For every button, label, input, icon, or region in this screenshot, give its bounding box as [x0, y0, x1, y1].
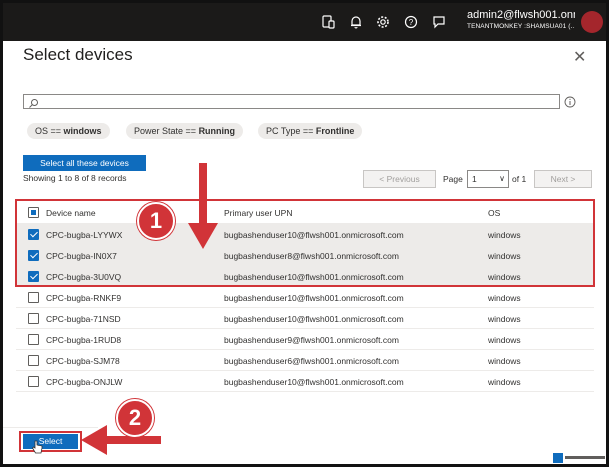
device-name: CPC-bugba-ONJLW [46, 377, 123, 387]
device-name: CPC-bugba-71NSD [46, 314, 121, 324]
search-input[interactable] [23, 94, 560, 109]
row-checkbox[interactable] [28, 355, 39, 366]
record-count: Showing 1 to 8 of 8 records [23, 173, 127, 183]
os-value: windows [488, 314, 521, 324]
bell-icon[interactable] [349, 15, 363, 29]
device-name: CPC-bugba-RNKF9 [46, 293, 122, 303]
filter-key: OS == [35, 126, 62, 136]
primary-user-upn: bugbashenduser6@flwsh001.onmicrosoft.com [224, 356, 399, 366]
page-count: of 1 [512, 174, 527, 184]
search-icon [28, 96, 39, 108]
page-select[interactable]: 1 ∨ [467, 170, 509, 188]
device-name: CPC-bugba-1RUD8 [46, 335, 122, 345]
row-checkbox[interactable] [28, 376, 39, 387]
selected-rows-highlight [15, 199, 595, 287]
primary-user-upn: bugbashenduser10@flwsh001.onmicrosoft.co… [224, 314, 404, 324]
previous-button[interactable]: < Previous [363, 170, 436, 188]
step-badge-2: 2 [116, 399, 154, 437]
hand-cursor-icon [31, 440, 43, 454]
help-icon[interactable]: ? [404, 15, 418, 29]
gear-icon[interactable] [376, 15, 390, 29]
row-checkbox[interactable] [28, 292, 39, 303]
next-button[interactable]: Next > [534, 170, 592, 188]
select-all-button[interactable]: Select all these devices [23, 155, 146, 171]
devices-icon[interactable] [321, 15, 335, 29]
primary-user-upn: bugbashenduser10@flwsh001.onmicrosoft.co… [224, 293, 404, 303]
arrow-down-annotation [188, 163, 218, 249]
filter-value: Running [198, 126, 236, 136]
filter-pill-power-state[interactable]: Power State == Running [126, 123, 244, 139]
page-label: Page [443, 174, 463, 184]
primary-user-upn: bugbashenduser9@flwsh001.onmicrosoft.com [224, 335, 399, 345]
row-checkbox[interactable] [28, 313, 39, 324]
filter-value: windows [63, 126, 102, 136]
os-value: windows [488, 335, 521, 345]
table-row[interactable]: CPC-bugba-71NSD bugbashenduser10@flwsh001… [16, 308, 594, 329]
table-row[interactable]: CPC-bugba-RNKF9 bugbashenduser10@flwsh001… [16, 287, 594, 308]
os-value: windows [488, 377, 521, 387]
table-row[interactable]: CPC-bugba-1RUD8 bugbashenduser9@flwsh001.… [16, 329, 594, 350]
filter-key: PC Type == [266, 126, 314, 136]
primary-user-upn: bugbashenduser10@flwsh001.onmicrosoft.co… [224, 377, 404, 387]
account-email: admin2@flwsh001.onmi... [467, 9, 575, 21]
top-bar: ? admin2@flwsh001.onmi... TENANTMONKEY :… [3, 3, 606, 41]
device-name: CPC-bugba-SJM78 [46, 356, 120, 366]
filter-key: Power State == [134, 126, 197, 136]
close-icon[interactable]: ✕ [573, 47, 586, 67]
table-row[interactable]: CPC-bugba-ONJLW bugbashenduser10@flwsh001… [16, 371, 594, 392]
app-frame: ? admin2@flwsh001.onmi... TENANTMONKEY :… [0, 0, 609, 467]
account-tenant: TENANTMONKEY :SHAMSUA01 (... [467, 23, 575, 30]
os-value: windows [488, 293, 521, 303]
chevron-down-icon: ∨ [499, 174, 505, 183]
os-value: windows [488, 356, 521, 366]
avatar[interactable] [581, 11, 603, 33]
filter-pill-pc-type[interactable]: PC Type == Frontline [258, 123, 363, 139]
info-icon[interactable] [564, 95, 576, 108]
page-title: Select devices [23, 45, 133, 64]
filter-pill-os[interactable]: OS == windows [27, 123, 110, 139]
table-row[interactable]: CPC-bugba-SJM78 bugbashenduser6@flwsh001.… [16, 350, 594, 371]
account-info[interactable]: admin2@flwsh001.onmi... TENANTMONKEY :SH… [467, 9, 575, 32]
feedback-icon[interactable] [432, 15, 446, 29]
page-value: 1 [472, 174, 477, 184]
filter-value: Frontline [315, 126, 355, 136]
step-badge-1: 1 [137, 202, 175, 240]
select-button-highlight [19, 431, 82, 452]
watermark-logo [551, 451, 606, 464]
svg-text:?: ? [409, 18, 414, 27]
row-checkbox[interactable] [28, 334, 39, 345]
